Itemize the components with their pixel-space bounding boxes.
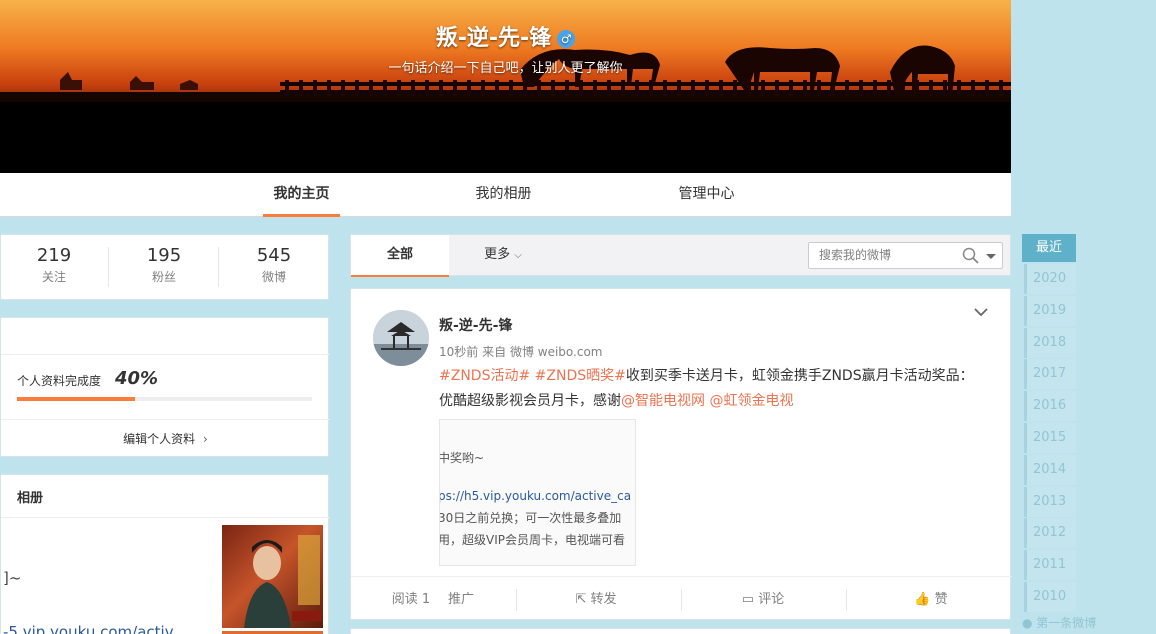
divider [1,354,330,355]
search-box [808,242,1003,269]
tab-my-home[interactable]: 我的主页 [263,173,340,217]
post-menu-chevron-icon[interactable] [973,307,989,317]
like-label: 赞 [934,592,948,607]
tab-manage-center[interactable]: 管理中心 [668,173,745,217]
timeline-year-2016[interactable]: 2016 [1024,391,1076,422]
edit-profile-label: 编辑个人资料 [123,432,196,446]
follow-count[interactable]: 219 关注 [14,245,94,285]
thumbs-up-icon: 👍 [914,592,931,607]
avatar-image [373,310,429,366]
comment-label: 评论 [758,592,785,607]
filter-tab-more[interactable]: 更多 ⌵ [463,235,543,277]
album-photo-image [244,535,322,628]
profile-nickname: 叛-逆-先-锋 ♂ [0,20,1011,52]
hashtag-link[interactable]: #ZNDS晒奖# [535,368,626,384]
completion-label: 个人资料完成度 [17,374,102,388]
post-image-line: 中奖哟~ [439,451,485,465]
follow-label: 关注 [41,270,66,284]
forward-button[interactable]: ⇱ 转发 [566,577,626,622]
post-source-prefix: 来自 [482,345,507,359]
divider [1,517,330,518]
post-image[interactable]: 中奖哟~ ps://h5.vip.youku.com/active_ca 30日… [439,419,636,566]
follow-number: 219 [36,245,72,266]
post-image-line: 30日之前兑换；可一次性最多叠加 [439,511,622,525]
timeline-year-2017[interactable]: 2017 [1024,359,1076,390]
filter-tab-all[interactable]: 全部 [351,235,449,277]
fans-label: 粉丝 [151,270,176,284]
search-dropdown-icon[interactable] [986,253,996,261]
completion-progress-fill [17,397,135,401]
feed-filter-bar: 全部 更多 ⌵ [350,234,1011,277]
post-source[interactable]: 微博 weibo.com [510,345,603,359]
weibo-number: 545 [256,245,292,266]
profile-completion-card: 个人资料完成度 40% 编辑个人资料 › [0,317,330,457]
timeline-year-2015[interactable]: 2015 [1024,423,1076,453]
timeline-year-2012[interactable]: 2012 [1024,518,1076,549]
search-icon[interactable] [962,247,980,265]
chevron-right-icon: › [203,432,208,446]
completion-value: 40% [115,368,159,389]
album-photo-line: -5.vip.youku.com/activ [3,623,174,634]
divider [108,247,109,287]
post-image-line: 用，超级VIP会员周卡，电视端可看 [439,533,625,547]
fans-number: 195 [146,245,182,266]
next-post [350,628,1011,634]
post-text: #ZNDS活动# #ZNDS晒奖#收到买季卡送月卡，虹领金携手ZNDS赢月卡活动… [439,364,984,414]
year-timeline: 最近 2020 2019 2018 2017 2016 2015 2014 2013 2012 2… [1022,234,1096,630]
weibo-post: 叛-逆-先-锋 10秒前 来自 微博 weibo.com #ZNDS活动# #Z… [350,288,1012,621]
timeline-year-2014[interactable]: 2014 [1024,454,1076,485]
timeline-year-2013[interactable]: 2013 [1024,486,1076,517]
post-actions: 阅读 1 推广 ⇱ 转发 ▭ 评论 👍 赞 [351,576,1012,621]
comment-button[interactable]: ▭ 评论 [733,577,793,622]
more-label: 更多 [484,247,511,262]
divider [846,589,847,611]
search-input[interactable] [819,248,959,262]
timeline-recent[interactable]: 最近 [1022,234,1076,262]
like-button[interactable]: 👍 赞 [906,577,956,622]
divider [681,589,682,611]
post-time[interactable]: 10秒前 [439,345,478,359]
mention-link[interactable]: @智能电视网 [621,393,705,409]
chevron-down-icon: ⌵ [514,250,522,261]
album-photo-line: ]~ [3,569,22,587]
profile-counts: 219 关注 195 粉丝 545 微博 [0,234,329,300]
divider [516,589,517,611]
post-author[interactable]: 叛-逆-先-锋 [439,315,512,335]
album-title[interactable]: 相册 [17,487,43,506]
album-photo-text[interactable]: ]~ -5.vip.youku.com/activ [1,535,216,634]
nickname-text: 叛-逆-先-锋 [435,26,552,51]
profile-nav: 我的主页 我的相册 管理中心 [0,173,1011,217]
timeline-year-2019[interactable]: 2019 [1024,295,1076,326]
post-image-line: ps://h5.vip.youku.com/active_ca [439,489,632,503]
album-card: 相册 ]~ -5.vip.youku.com/activ [0,474,330,634]
divider [218,247,219,287]
avatar[interactable] [373,310,429,366]
post-meta: 10秒前 来自 微博 weibo.com [439,343,603,360]
comment-icon: ▭ [741,592,755,607]
timeline-year-2018[interactable]: 2018 [1024,327,1076,358]
male-icon: ♂ [557,30,576,48]
forward-icon: ⇱ [575,592,587,607]
read-count: 阅读 1 [391,592,431,607]
timeline-first-label: 第一条微博 [1036,616,1097,630]
edit-profile-button[interactable]: 编辑个人资料 › [1,419,330,457]
fans-count[interactable]: 195 粉丝 [124,245,204,285]
timeline-year-2010[interactable]: 2010 [1024,582,1076,612]
promote-button[interactable]: 推广 [441,577,481,622]
completion-progress-bar [17,397,312,401]
timeline-year-2020[interactable]: 2020 [1024,264,1076,294]
timeline-year-2011[interactable]: 2011 [1024,550,1076,581]
weibo-label: 微博 [261,270,286,284]
forward-label: 转发 [590,592,617,607]
weibo-count[interactable]: 545 微博 [234,245,314,285]
album-photo[interactable] [222,525,323,628]
profile-intro[interactable]: 一句话介绍一下自己吧，让别人更了解你 [0,57,1011,76]
tab-my-album[interactable]: 我的相册 [465,173,542,217]
timeline-first-post[interactable]: ● 第一条微博 [1022,614,1122,631]
hashtag-link[interactable]: #ZNDS活动# [439,368,530,384]
mention-link[interactable]: @虹领金电视 [709,393,793,409]
